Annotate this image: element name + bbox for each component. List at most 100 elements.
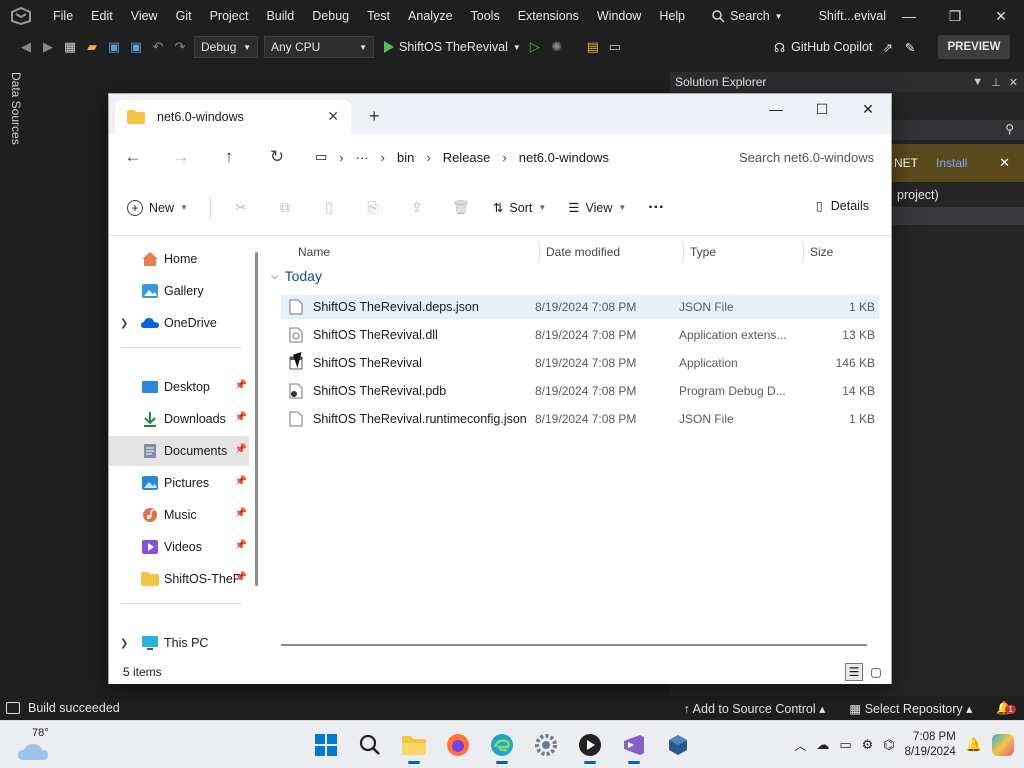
weather-widget[interactable]: 78°: [18, 727, 58, 763]
minimize-icon[interactable]: —: [753, 94, 799, 124]
menu-view[interactable]: View: [122, 0, 167, 32]
copy-icon[interactable]: ⧉: [273, 196, 297, 220]
column-size[interactable]: Size: [810, 240, 833, 264]
close-tab-icon[interactable]: ✕: [327, 108, 339, 125]
group-header-today[interactable]: ⌵ Today: [271, 268, 322, 284]
close-icon[interactable]: ✕: [1009, 76, 1018, 89]
breadcrumb[interactable]: ▭ › ··· › bin › Release › net6.0-windows: [315, 140, 715, 174]
layout-icon[interactable]: ▭: [607, 39, 623, 55]
menu-extensions[interactable]: Extensions: [509, 0, 588, 32]
accessibility-icon[interactable]: ⚙: [862, 737, 874, 753]
taskbar-firefox[interactable]: [438, 725, 478, 765]
nav-onedrive[interactable]: ❯ OneDrive: [109, 308, 249, 338]
hot-reload-icon[interactable]: ✺: [549, 39, 565, 55]
new-project-icon[interactable]: ▦: [62, 39, 78, 55]
more-crumbs-icon[interactable]: ···: [356, 150, 369, 165]
file-row[interactable]: ShiftOS TheRevival.deps.json 8/19/2024 7…: [281, 295, 879, 319]
undo-icon[interactable]: ↶: [150, 39, 166, 55]
crumb-release[interactable]: Release: [443, 150, 491, 165]
display-icon[interactable]: ▭: [839, 737, 851, 753]
maximize-icon[interactable]: ☐: [799, 94, 845, 124]
menu-file[interactable]: File: [44, 0, 82, 32]
nav-home[interactable]: Home: [109, 244, 249, 274]
column-date-modified[interactable]: Date modified: [546, 240, 620, 264]
crumb-current[interactable]: net6.0-windows: [519, 150, 609, 165]
notifications-button[interactable]: 🔔 1: [996, 701, 1016, 716]
platform-dropdown[interactable]: Any CPU ▼: [264, 36, 374, 58]
nav-downloads[interactable]: Downloads 📌: [109, 404, 249, 434]
share-icon[interactable]: ⇪: [405, 196, 429, 220]
pin-icon[interactable]: 📌: [235, 412, 247, 423]
nav-desktop[interactable]: Desktop 📌: [109, 372, 249, 402]
taskbar-visual-studio[interactable]: [614, 725, 654, 765]
crumb-bin[interactable]: bin: [397, 150, 414, 165]
horizontal-scrollbar[interactable]: [281, 644, 867, 646]
chevron-up-icon[interactable]: ︿: [794, 737, 806, 754]
taskbar-file-explorer[interactable]: [394, 725, 434, 765]
taskbar-media-player[interactable]: [570, 725, 610, 765]
solution-project-item[interactable]: project): [892, 188, 939, 202]
menu-git[interactable]: Git: [167, 0, 201, 32]
new-button[interactable]: + New ▼: [127, 199, 188, 216]
nav-videos[interactable]: Videos 📌: [109, 532, 249, 562]
chevron-right-icon[interactable]: ❯: [120, 318, 128, 329]
pin-icon[interactable]: 📌: [235, 380, 247, 391]
pin-icon[interactable]: 📌: [235, 572, 247, 583]
explorer-tab[interactable]: net6.0-windows ✕: [115, 100, 351, 134]
nav-documents[interactable]: Documents 📌: [109, 436, 249, 466]
column-name[interactable]: Name: [298, 240, 330, 264]
solution-selected-row[interactable]: [892, 207, 1024, 225]
file-row[interactable]: ShiftOS TheRevival.pdb 8/19/2024 7:08 PM…: [281, 379, 879, 403]
nav-this-pc[interactable]: ❯ This PC: [109, 628, 249, 658]
forward-icon[interactable]: ▶: [40, 39, 56, 55]
open-folder-icon[interactable]: ▰: [84, 39, 100, 55]
file-row[interactable]: ShiftOS TheRevival 8/19/2024 7:08 PM App…: [281, 351, 879, 375]
menu-window[interactable]: Window: [588, 0, 650, 32]
nav-pictures[interactable]: Pictures 📌: [109, 468, 249, 498]
close-icon[interactable]: ✕: [978, 0, 1024, 32]
maximize-icon[interactable]: ❐: [932, 0, 978, 32]
pin-icon[interactable]: ⊥: [991, 76, 1001, 89]
redo-icon[interactable]: ↷: [172, 39, 188, 55]
menu-build[interactable]: Build: [257, 0, 303, 32]
menu-analyze[interactable]: Analyze: [399, 0, 461, 32]
sort-button[interactable]: ⇅ Sort ▼: [493, 200, 546, 216]
taskbar-settings[interactable]: [526, 725, 566, 765]
more-options-icon[interactable]: ···: [648, 199, 664, 217]
view-button[interactable]: ☰ View ▼: [568, 200, 626, 216]
menu-debug[interactable]: Debug: [303, 0, 358, 32]
install-link[interactable]: Install: [936, 156, 967, 170]
save-all-icon[interactable]: ▣: [128, 39, 144, 55]
taskbar-edge[interactable]: [482, 725, 522, 765]
file-row[interactable]: ShiftOS TheRevival.dll 8/19/2024 7:08 PM…: [281, 323, 879, 347]
nav-music[interactable]: Music 📌: [109, 500, 249, 530]
vs-search-button[interactable]: Search ▼: [704, 9, 791, 23]
new-tab-icon[interactable]: +: [369, 106, 380, 127]
run-button[interactable]: ShiftOS TheRevival ▼: [384, 40, 521, 54]
forward-arrow-icon[interactable]: →: [157, 134, 205, 180]
chevron-down-icon[interactable]: ▼: [972, 76, 983, 89]
details-view-icon[interactable]: ☰: [845, 663, 863, 681]
chevron-right-icon[interactable]: ❯: [120, 638, 128, 649]
share-icon[interactable]: ⇗: [882, 40, 892, 55]
paste-icon[interactable]: ▯: [317, 196, 341, 220]
back-icon[interactable]: ◀: [18, 39, 34, 55]
repository-button[interactable]: ▦ Select Repository ▴: [849, 701, 972, 716]
cloud-off-icon[interactable]: ☁: [816, 737, 829, 753]
network-icon[interactable]: ⌬: [883, 737, 894, 753]
details-button[interactable]: ▯ Details: [816, 198, 869, 214]
solution-search-input[interactable]: ⚲: [892, 120, 1024, 140]
close-icon[interactable]: ✕: [845, 94, 891, 124]
taskbar-virtualbox[interactable]: [658, 725, 698, 765]
pin-icon[interactable]: 📌: [235, 540, 247, 551]
pin-icon[interactable]: 📌: [235, 508, 247, 519]
close-icon[interactable]: ✕: [999, 155, 1010, 171]
nav-shiftos-folder[interactable]: ShiftOS-TheF 📌: [109, 564, 249, 594]
notification-bell-icon[interactable]: 🔔: [966, 737, 982, 753]
refresh-icon[interactable]: ↻: [253, 134, 301, 180]
config-dropdown[interactable]: Debug ▼: [194, 36, 258, 58]
menu-test[interactable]: Test: [358, 0, 399, 32]
source-control-button[interactable]: ↑ Add to Source Control ▴: [684, 701, 826, 716]
preview-button[interactable]: PREVIEW: [938, 35, 1010, 59]
file-row[interactable]: ShiftOS TheRevival.runtimeconfig.json 8/…: [281, 407, 879, 431]
